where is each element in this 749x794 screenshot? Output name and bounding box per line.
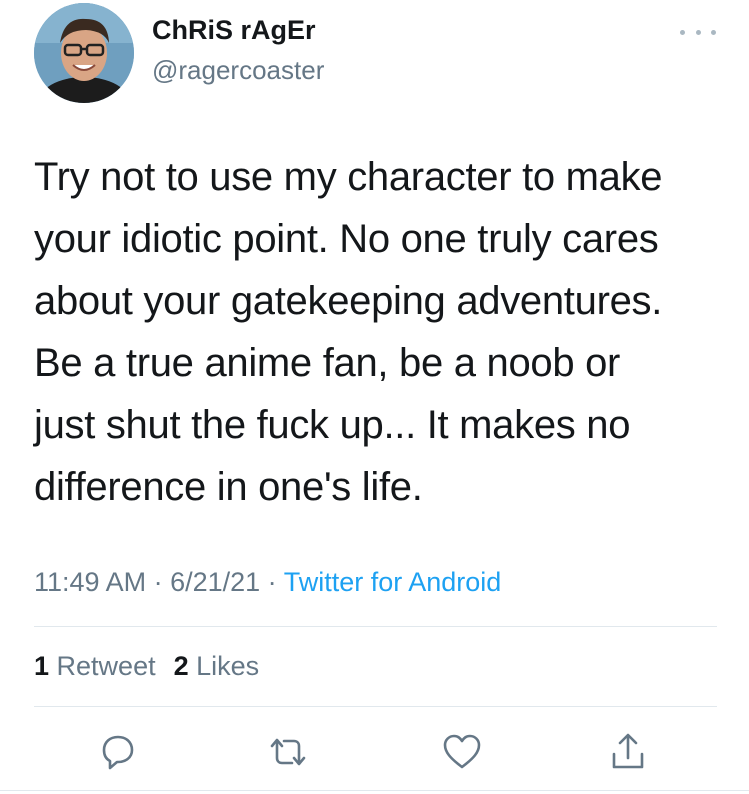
- share-icon[interactable]: [606, 730, 650, 774]
- like-icon[interactable]: [440, 730, 484, 774]
- likes-stat[interactable]: 2 Likes: [174, 651, 260, 681]
- dot: [711, 29, 716, 35]
- meta-separator: ·: [146, 567, 171, 597]
- meta-separator: ·: [260, 567, 284, 597]
- divider: [34, 626, 717, 627]
- tweet-source[interactable]: Twitter for Android: [284, 567, 502, 597]
- tweet-time[interactable]: 11:49 AM: [34, 567, 146, 597]
- dot: [680, 29, 685, 35]
- engagement-stats: 1 Retweet 2 Likes: [34, 648, 259, 684]
- user-handle[interactable]: @ragercoaster: [152, 54, 324, 86]
- tweet-date[interactable]: 6/21/21: [170, 567, 260, 597]
- retweet-icon[interactable]: [266, 730, 310, 774]
- action-bar: [0, 722, 749, 782]
- dot: [695, 29, 701, 35]
- divider: [0, 790, 749, 791]
- divider: [34, 706, 717, 707]
- avatar[interactable]: [34, 3, 134, 103]
- retweets-stat[interactable]: 1 Retweet: [34, 651, 156, 681]
- tweet-text: Try not to use my character to make your…: [34, 155, 663, 509]
- like-count: 2: [173, 651, 189, 681]
- more-options-icon[interactable]: [680, 22, 716, 42]
- reply-icon[interactable]: [96, 730, 140, 774]
- display-name[interactable]: ChRiS rAgEr: [152, 14, 316, 46]
- tweet-metadata: 11:49 AM · 6/21/21 · Twitter for Android: [34, 564, 501, 600]
- tweet-header: ChRiS rAgEr @ragercoaster: [0, 0, 749, 110]
- like-label: Likes: [188, 651, 260, 681]
- retweet-count: 1: [34, 651, 50, 681]
- avatar-image: [34, 3, 134, 103]
- retweet-label: Retweet: [49, 651, 156, 681]
